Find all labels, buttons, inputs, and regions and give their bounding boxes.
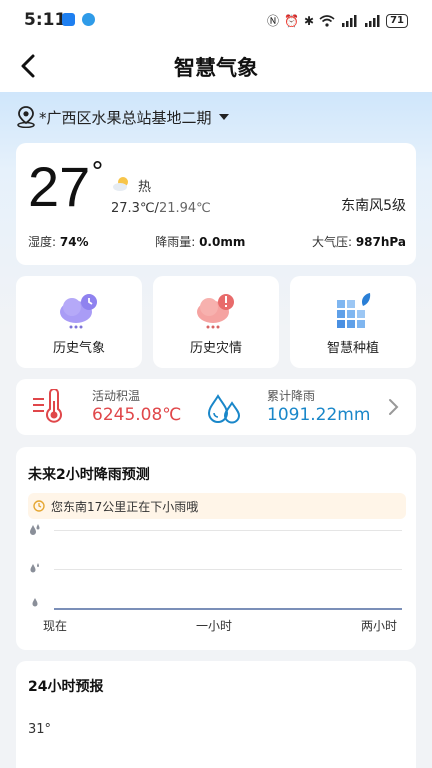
- smart-planting-label: 智慧种植: [326, 341, 379, 356]
- humidity-label: 湿度:: [28, 235, 60, 249]
- pressure-value: 987hPa: [355, 235, 406, 249]
- x-label-one-hour: 一小时: [196, 619, 233, 633]
- forecast-24h-title: 24小时预报: [28, 679, 104, 695]
- chart-gridline-top: [54, 530, 402, 531]
- smart-planting-button[interactable]: 智慧种植: [290, 276, 416, 368]
- accumulated-stats-card[interactable]: 活动积温 6245.08℃ 累计降雨 1091.22mm: [16, 379, 416, 435]
- rain-forecast-line: [54, 608, 402, 610]
- accum-temp-value: 6245.08℃: [92, 405, 182, 425]
- disaster-alert-icon: [197, 294, 234, 329]
- pressure-label: 大气压:: [311, 235, 356, 249]
- temp-high: 27.3℃/: [111, 201, 159, 216]
- location-name: *广西区水果总站基地二期: [39, 108, 212, 127]
- temperature-range: 27.3℃/21.94℃: [111, 201, 211, 216]
- current-weather-card: 27 ° 热 27.3℃/21.94℃ 东南风5级 湿度: 74% 降雨量: 0…: [16, 143, 416, 265]
- x-label-now: 现在: [43, 619, 68, 633]
- humidity-metric: 湿度: 74%: [28, 233, 89, 250]
- current-temperature: 27: [28, 155, 91, 218]
- partly-sunny-icon: [113, 177, 128, 191]
- chart-gridline-middle: [54, 569, 402, 570]
- rainfall-value: 0.0mm: [199, 235, 246, 249]
- rain-forecast-card: 未来2小时降雨预测 您东南17公里正在下小雨哦 现在 一小时 两小时: [16, 447, 416, 650]
- globe-notification-icon: [82, 13, 95, 26]
- alarm-icon: ⏰: [284, 13, 300, 28]
- signal-icon-2: [365, 14, 380, 27]
- wifi-icon: [319, 14, 335, 27]
- temp-low: 21.94℃: [158, 201, 211, 216]
- accum-rain-value: 1091.22mm: [267, 405, 371, 425]
- signal-icon-1: [342, 14, 357, 27]
- accum-temp-label: 活动积温: [92, 389, 141, 403]
- moderate-rain-drops-icon: [30, 563, 39, 573]
- nfc-icon: Ⓝ: [267, 14, 280, 28]
- history-weather-icon: [60, 294, 97, 329]
- forecast-24h-card: 24小时预报 31°: [16, 661, 416, 768]
- nav-bar: 智慧气象: [0, 40, 432, 92]
- rain-alert-text: 您东南17公里正在下小雨哦: [51, 500, 199, 514]
- degree-symbol: °: [91, 157, 104, 187]
- light-rain-drop-icon: [32, 598, 38, 607]
- location-selector[interactable]: *广西区水果总站基地二期: [16, 105, 229, 129]
- weather-condition: 热: [138, 180, 152, 195]
- smart-planting-icon: [337, 293, 371, 328]
- weather-metrics: 湿度: 74% 降雨量: 0.0mm 大气压: 987hPa: [28, 233, 406, 250]
- battery-level: 71: [386, 13, 408, 28]
- location-pin-icon: [17, 106, 35, 128]
- history-weather-label: 历史气象: [52, 341, 105, 356]
- thermometer-icon: [33, 389, 62, 423]
- history-disaster-label: 历史灾情: [189, 341, 242, 356]
- status-icons: Ⓝ ⏰ ✱ 71: [267, 12, 408, 29]
- pressure-metric: 大气压: 987hPa: [312, 233, 406, 250]
- chevron-right-icon[interactable]: [388, 398, 400, 416]
- accum-rain-label: 累计降雨: [267, 389, 316, 403]
- page-title: 智慧气象: [174, 56, 258, 80]
- water-drops-icon: [207, 394, 241, 424]
- status-time: 5:11: [24, 10, 67, 30]
- history-disaster-button[interactable]: 历史灾情: [153, 276, 279, 368]
- chevron-down-icon: [218, 114, 229, 120]
- status-bar: 5:11 Ⓝ ⏰ ✱ 71: [0, 0, 432, 40]
- history-weather-button[interactable]: 历史气象: [16, 276, 142, 368]
- forecast-24h-max-temp: 31°: [28, 722, 52, 737]
- bluetooth-icon: ✱: [304, 13, 315, 28]
- rain-alert-banner: 您东南17公里正在下小雨哦: [28, 493, 406, 519]
- app-notification-icon: [62, 13, 75, 26]
- alert-clock-icon: [33, 500, 45, 512]
- heavy-rain-drops-icon: [30, 524, 40, 535]
- humidity-value: 74%: [59, 235, 89, 249]
- wind-info: 东南风5级: [341, 198, 406, 214]
- rain-forecast-title: 未来2小时降雨预测: [28, 467, 150, 483]
- x-label-two-hours: 两小时: [361, 619, 398, 633]
- rainfall-metric: 降雨量: 0.0mm: [155, 233, 245, 250]
- rainfall-label: 降雨量:: [155, 235, 200, 249]
